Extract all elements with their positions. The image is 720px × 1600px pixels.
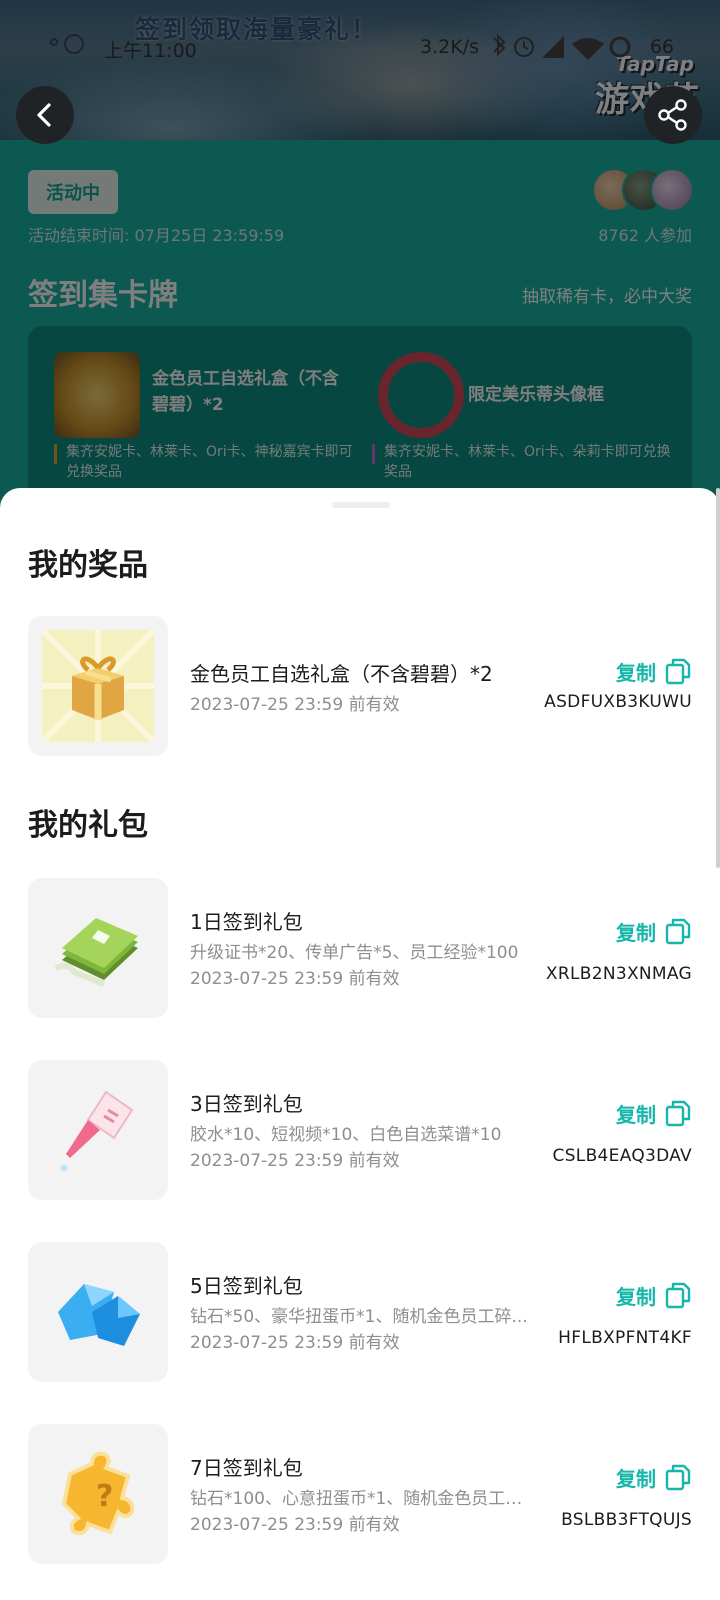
gift-row: 1日签到礼包 升级证书*20、传单广告*5、员工经验*100 2023-07-2… — [28, 878, 692, 1018]
gift-thumbnail — [28, 878, 168, 1018]
gift-description: 钻石*100、心意扭蛋币*1、随机金色员工碎... — [190, 1489, 538, 1509]
gift-description: 胶水*10、短视频*10、白色自选菜谱*10 — [190, 1125, 502, 1145]
drag-handle[interactable] — [332, 502, 390, 508]
copy-icon — [665, 1282, 691, 1309]
gift-description: 升级证书*20、传单广告*5、员工经验*100 — [190, 943, 519, 963]
status-dots-icon — [48, 34, 88, 56]
puzzle-piece-icon: ? — [61, 1451, 135, 1535]
diamond-icon — [58, 1284, 140, 1346]
gift-thumbnail: ? — [28, 1424, 168, 1564]
gift-row: 5日签到礼包 钻石*50、豪华扭蛋币*1、随机金色员工碎... 2023-07-… — [28, 1242, 692, 1382]
network-speed: 3.2K/s — [420, 36, 479, 58]
copy-button[interactable]: 复制 — [616, 1098, 692, 1128]
gift-row: 3日签到礼包 胶水*10、短视频*10、白色自选菜谱*10 2023-07-25… — [28, 1060, 692, 1200]
copy-button[interactable]: 复制 — [616, 1462, 692, 1492]
redeem-code[interactable]: ASDFUXB3KUWU — [544, 692, 692, 712]
copy-icon — [665, 1100, 691, 1127]
status-time: 上午11:00 — [104, 40, 197, 62]
gift-title: 7日签到礼包 — [190, 1456, 303, 1480]
svg-text:?: ? — [96, 1479, 113, 1514]
redeem-code[interactable]: BSLBB3FTQUJS — [561, 1510, 692, 1530]
copy-label: 复制 — [616, 1102, 656, 1127]
prize-thumbnail — [28, 616, 168, 756]
redeem-code[interactable]: HFLBXPFNT4KF — [558, 1328, 692, 1348]
gift-title: 5日签到礼包 — [190, 1274, 303, 1298]
prize-row: 金色员工自选礼盒（不含碧碧）*2 2023-07-25 23:59 前有效 复制… — [28, 616, 692, 756]
share-icon — [658, 99, 687, 131]
back-arrow-icon — [37, 103, 51, 127]
copy-button[interactable]: 复制 — [616, 656, 692, 686]
copy-button[interactable]: 复制 — [616, 1280, 692, 1310]
share-button[interactable] — [644, 86, 702, 144]
gift-row: ? 7日签到礼包 钻石*100、心意扭蛋币*1、随机金色员工碎... 2023-… — [28, 1424, 692, 1564]
status-bar: 上午11:00 3.2K/s 66 — [0, 28, 720, 68]
gift-title: 1日签到礼包 — [190, 910, 303, 934]
dim-overlay[interactable] — [0, 0, 720, 500]
back-button[interactable] — [16, 86, 74, 144]
my-rewards-sheet: 我的奖品 金色员工自选礼盒（不含碧碧）*2 2023-07-25 23:59 前… — [0, 488, 720, 1600]
gift-title: 3日签到礼包 — [190, 1092, 303, 1116]
copy-button[interactable]: 复制 — [616, 916, 692, 946]
gift-thumbnail — [28, 1060, 168, 1200]
copy-icon — [665, 1464, 691, 1491]
gift-valid-date: 2023-07-25 23:59 前有效 — [190, 1333, 400, 1353]
battery-level: 66 — [649, 36, 674, 58]
copy-label: 复制 — [616, 1284, 656, 1309]
my-prizes-title: 我的奖品 — [28, 548, 148, 583]
redeem-code[interactable]: XRLB2N3XNMAG — [546, 964, 692, 984]
page: 签到领取海量豪礼！ TapTap 游戏节 活动中 活动结束时间: 07月25日 … — [0, 0, 720, 1600]
glue-bottle-icon — [60, 1090, 134, 1172]
prize-valid-date: 2023-07-25 23:59 前有效 — [190, 695, 400, 715]
copy-label: 复制 — [616, 920, 656, 945]
copy-label: 复制 — [616, 660, 656, 685]
prize-title: 金色员工自选礼盒（不含碧碧）*2 — [190, 662, 493, 686]
gift-valid-date: 2023-07-25 23:59 前有效 — [190, 969, 400, 989]
copy-icon — [665, 658, 691, 685]
my-gifts-title: 我的礼包 — [28, 808, 148, 843]
copy-icon — [665, 918, 691, 945]
certificate-stack-icon — [54, 918, 138, 987]
scrollbar[interactable] — [716, 488, 720, 868]
gift-valid-date: 2023-07-25 23:59 前有效 — [190, 1151, 400, 1171]
gift-box-icon — [42, 630, 154, 742]
redeem-code[interactable]: CSLB4EAQ3DAV — [553, 1146, 692, 1166]
gift-valid-date: 2023-07-25 23:59 前有效 — [190, 1515, 400, 1535]
gift-description: 钻石*50、豪华扭蛋币*1、随机金色员工碎... — [190, 1307, 528, 1327]
copy-label: 复制 — [616, 1466, 656, 1491]
gift-thumbnail — [28, 1242, 168, 1382]
